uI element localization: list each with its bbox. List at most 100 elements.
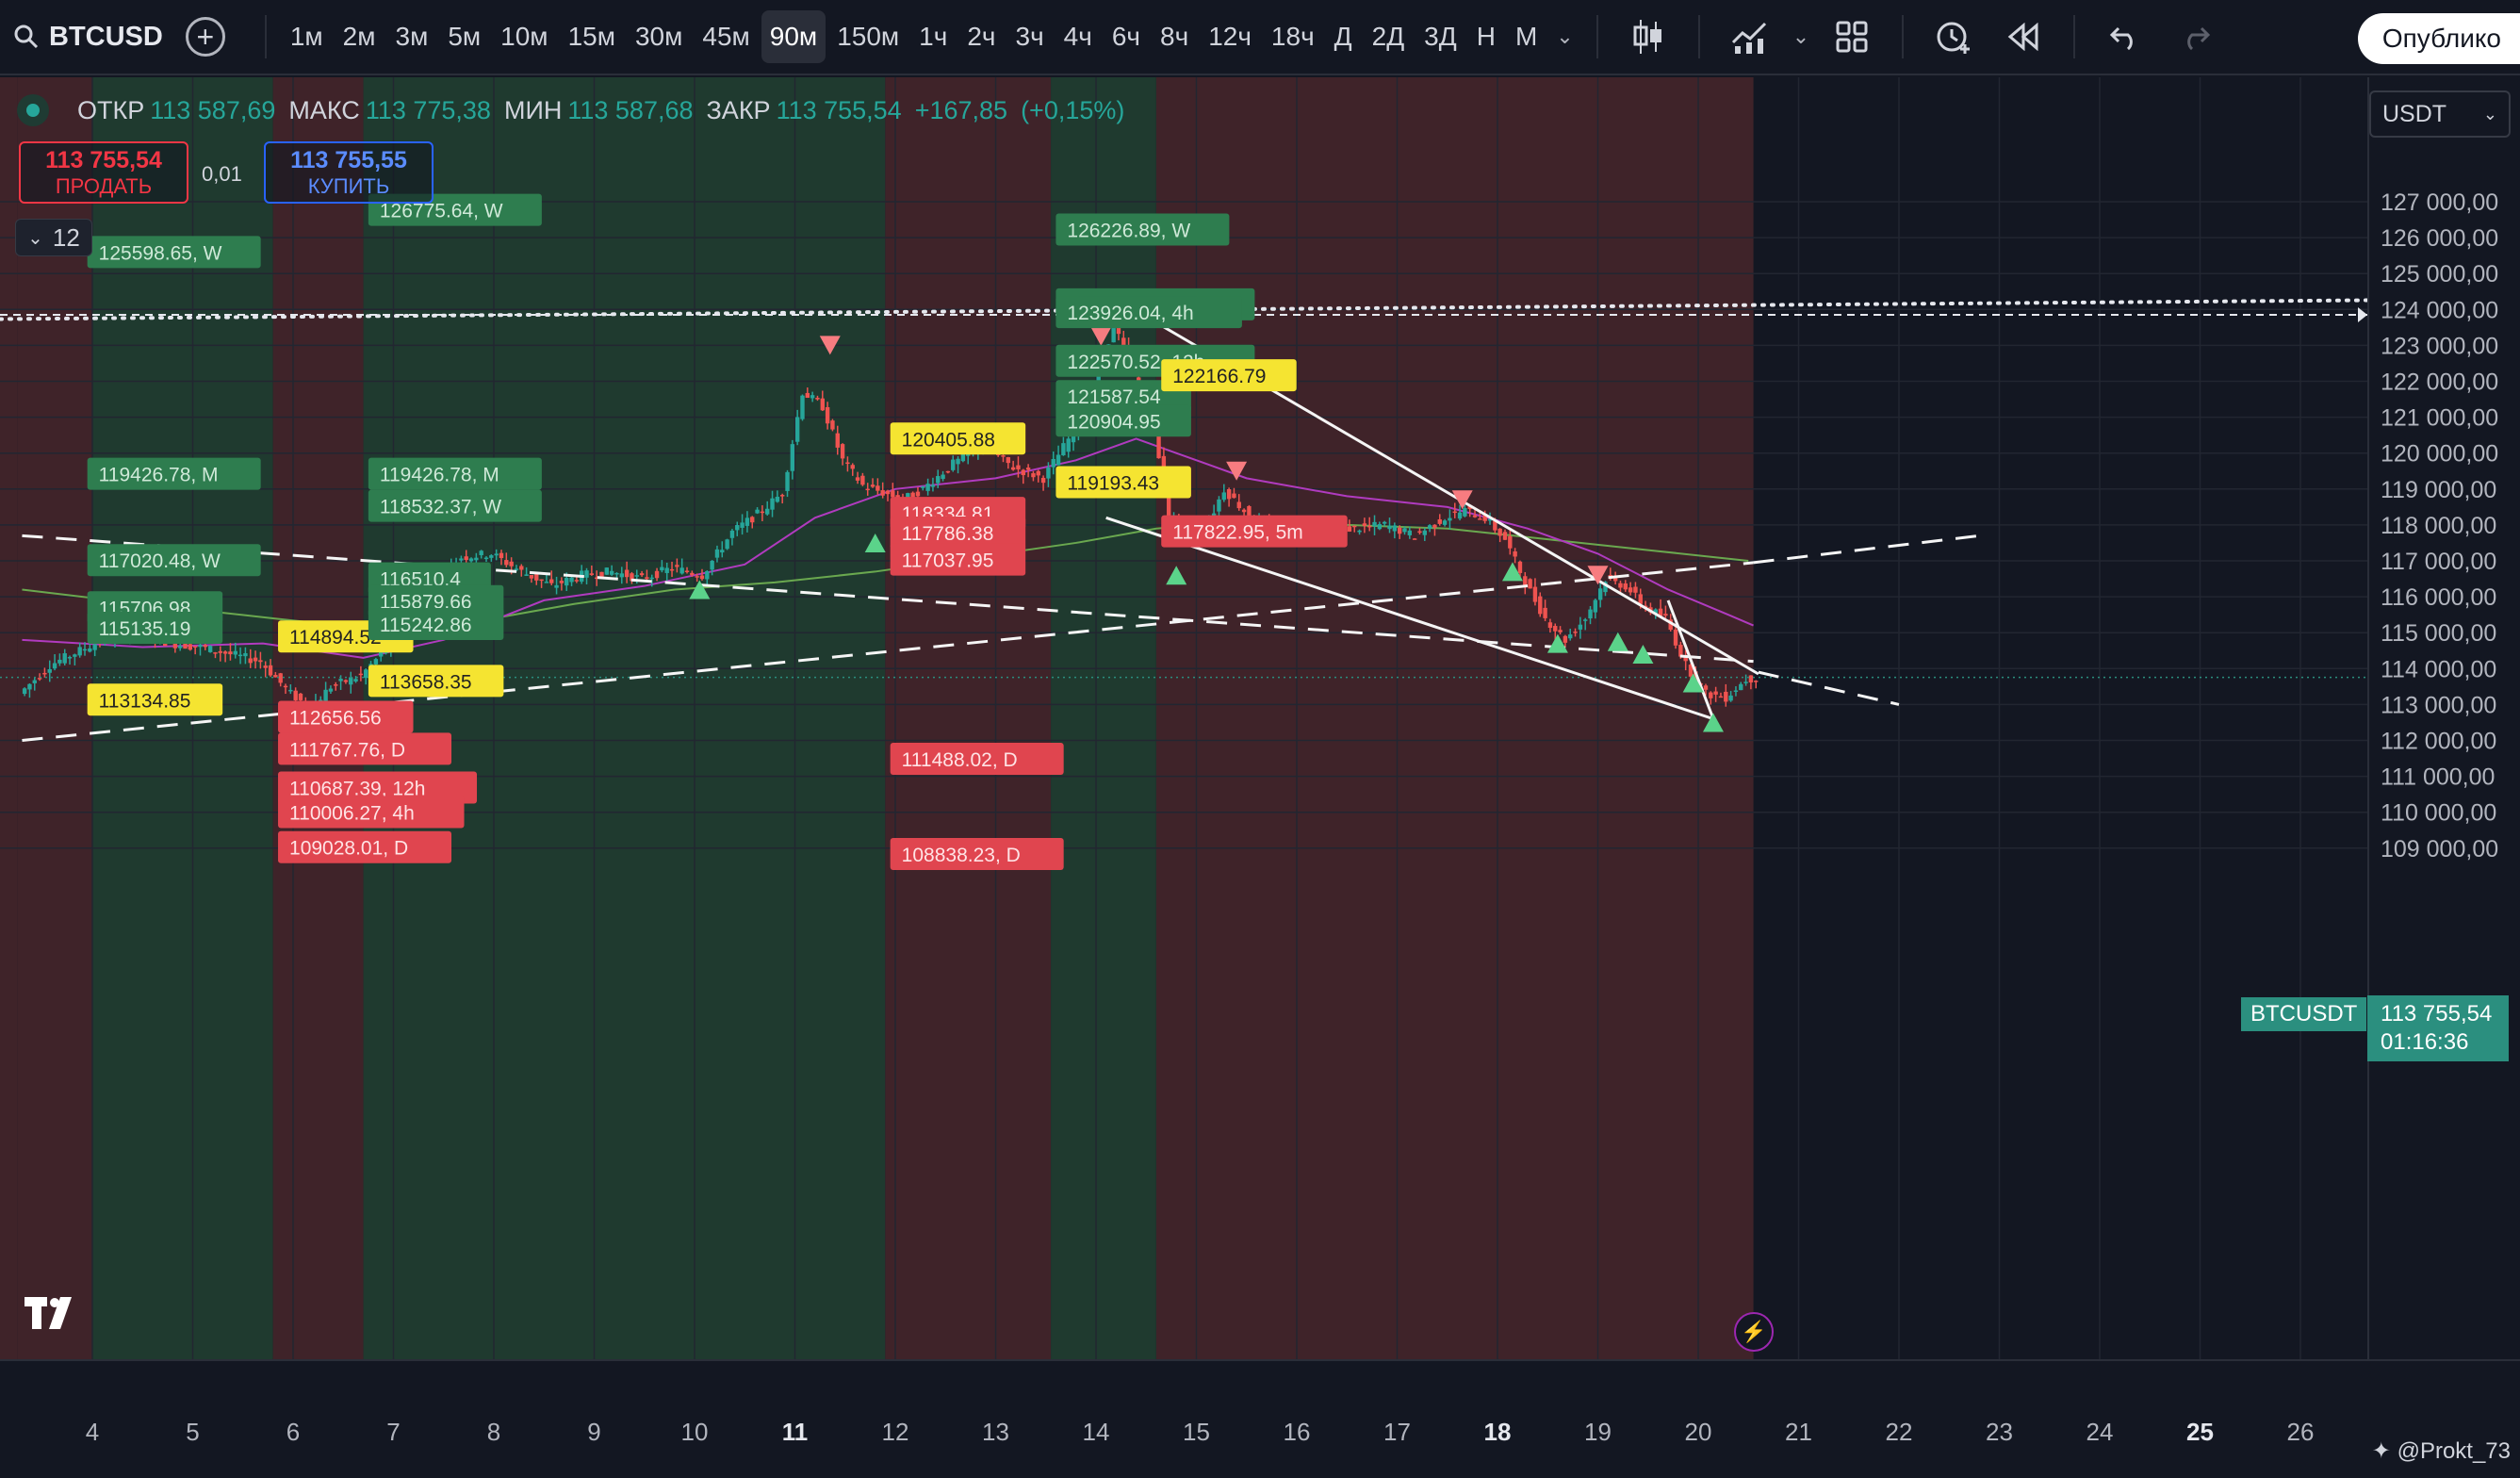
indicators-chevron-down-icon[interactable]: ⌄ xyxy=(1792,25,1809,49)
currency-value: USDT xyxy=(2382,100,2447,127)
level-label: 113134.85 xyxy=(87,683,223,716)
timeframe-button[interactable]: 18ч xyxy=(1263,10,1323,63)
candle-body xyxy=(1593,599,1598,613)
level-label-text: 119426.78, M xyxy=(99,465,219,486)
timeframe-list: 1м 2м 3м 5м 10м 15м 30м 45м 90м 150м 1ч 2ч 3ч 4ч 6ч 8ч 1… xyxy=(282,10,1548,63)
candle-body xyxy=(338,679,343,682)
low-value: 113 587,68 xyxy=(567,95,694,124)
lightning-icon[interactable]: ⚡ xyxy=(1734,1312,1774,1352)
candle-body xyxy=(1387,525,1392,530)
candle-body xyxy=(1724,691,1728,702)
price-chart[interactable]: 125598.65, W119426.78, M117020.48, W1157… xyxy=(0,77,2367,1359)
timeframe-button[interactable]: 4ч xyxy=(1055,10,1101,63)
price-axis-ticks: 127 000,00 126 000,00 125 000,00 124 000,00… xyxy=(2381,189,2498,862)
level-label: 117020.48, W xyxy=(87,544,261,577)
candle-body xyxy=(880,490,885,496)
timeframe-button[interactable]: М xyxy=(1507,10,1546,63)
compare-symbol-button[interactable]: + xyxy=(185,17,225,57)
timeframe-button[interactable]: 3ч xyxy=(1007,10,1053,63)
buy-button[interactable]: 113 755,55 КУПИТЬ xyxy=(264,141,434,204)
candle-body xyxy=(1025,468,1031,470)
lot-size[interactable]: 0,01 xyxy=(202,162,242,187)
timeframe-button[interactable]: 1ч xyxy=(910,10,956,63)
timeframe-chevron-down-icon[interactable]: ⌄ xyxy=(1556,25,1573,49)
price-axis[interactable]: 127 000,00 126 000,00 125 000,00 124 000,00… xyxy=(2367,77,2520,1359)
timeframe-button[interactable]: 1м xyxy=(282,10,332,63)
layout-grid-icon[interactable] xyxy=(1828,13,1875,60)
alert-clock-icon[interactable] xyxy=(1930,13,1977,60)
level-label-text: 126226.89, W xyxy=(1067,220,1190,241)
undo-icon[interactable] xyxy=(2102,13,2149,60)
timeframe-button[interactable]: 2ч xyxy=(958,10,1004,63)
candle-body xyxy=(1362,523,1367,526)
timeframe-button[interactable]: 45м xyxy=(694,10,758,63)
timeframe-button[interactable]: 12ч xyxy=(1200,10,1260,63)
timeframe-button[interactable]: 5м xyxy=(439,10,489,63)
candle-body xyxy=(750,517,755,523)
candle-body xyxy=(1597,588,1603,600)
replay-icon[interactable] xyxy=(2000,13,2047,60)
symbol-search[interactable]: BTCUSD xyxy=(13,22,163,53)
candle-body xyxy=(459,558,464,561)
candle-body xyxy=(1016,465,1021,469)
candle-body xyxy=(936,476,941,484)
candle-body xyxy=(760,511,765,514)
candle-body xyxy=(875,485,880,491)
indicators-icon[interactable] xyxy=(1726,13,1774,60)
candle-body xyxy=(825,406,830,424)
candle-body xyxy=(188,644,193,650)
level-label-text: 111488.02, D xyxy=(902,749,1018,771)
candle-body xyxy=(775,497,780,502)
candle-body xyxy=(705,570,710,580)
timeframe-button[interactable]: 3м xyxy=(387,10,437,63)
candle-body xyxy=(278,673,283,683)
redo-icon[interactable] xyxy=(2171,13,2218,60)
visibility-eye-icon[interactable] xyxy=(17,94,49,126)
candle-type-icon[interactable] xyxy=(1625,13,1672,60)
chart-area[interactable]: 125598.65, W 119426.78, M 117020.48, W 11 5 7… xyxy=(0,77,2520,1478)
timeframe-button[interactable]: Н xyxy=(1468,10,1504,63)
open-value: 113 587,69 xyxy=(150,95,276,124)
timeframe-button[interactable]: 2Д xyxy=(1364,10,1414,63)
candle-body xyxy=(810,395,815,399)
sell-button[interactable]: 113 755,54 ПРОДАТЬ xyxy=(19,141,188,204)
candle-body xyxy=(1006,457,1011,464)
price-tick-label: 110 000,00 xyxy=(2381,800,2496,827)
candle-body xyxy=(1709,692,1713,698)
indicators-collapse-button[interactable]: ⌄ 12 xyxy=(15,219,92,256)
timeframe-button[interactable]: 150м xyxy=(828,10,908,63)
session-band xyxy=(1155,77,1754,1359)
candle-body xyxy=(504,560,509,566)
level-label: 110006.27, 4h xyxy=(278,796,465,829)
timeframe-button[interactable]: 15м xyxy=(560,10,624,63)
candle-body xyxy=(1588,609,1593,619)
candle-body xyxy=(1001,455,1006,457)
timeframe-button[interactable]: 6ч xyxy=(1104,10,1149,63)
candle-body xyxy=(529,574,534,579)
timeframe-button[interactable]: 30м xyxy=(627,10,691,63)
timeframe-button[interactable]: 2м xyxy=(335,10,385,63)
timeframe-button[interactable]: 10м xyxy=(492,10,556,63)
candle-body xyxy=(790,444,795,471)
timeframe-button[interactable]: 90м xyxy=(761,10,826,63)
level-label: 119426.78, M xyxy=(368,457,542,490)
candle-body xyxy=(1623,583,1628,590)
time-axis[interactable]: 4 5 6 7 8 9 10 11 12 13 14 15 16 17 18 19 20 21 22 23 24 25 26 xyxy=(0,1359,2520,1478)
level-label-text: 120405.88 xyxy=(902,429,995,451)
timeframe-button[interactable]: Д xyxy=(1326,10,1361,63)
candle-body xyxy=(569,577,574,583)
price-tick-label: 126 000,00 xyxy=(2381,225,2498,252)
candle-body xyxy=(233,650,237,655)
candle-body xyxy=(1463,507,1467,517)
candle-body xyxy=(1568,634,1573,639)
candle-body xyxy=(32,680,37,683)
currency-select[interactable]: USDT ⌄ xyxy=(2369,90,2511,138)
timeframe-button[interactable]: 8ч xyxy=(1152,10,1197,63)
candle-body xyxy=(1532,586,1538,602)
candle-body xyxy=(1739,683,1743,691)
timeframe-button[interactable]: 3Д xyxy=(1415,10,1465,63)
candle-body xyxy=(1367,525,1372,528)
publish-button[interactable]: Опублико xyxy=(2357,13,2520,64)
candle-body xyxy=(1377,524,1383,530)
candle-body xyxy=(222,651,228,654)
